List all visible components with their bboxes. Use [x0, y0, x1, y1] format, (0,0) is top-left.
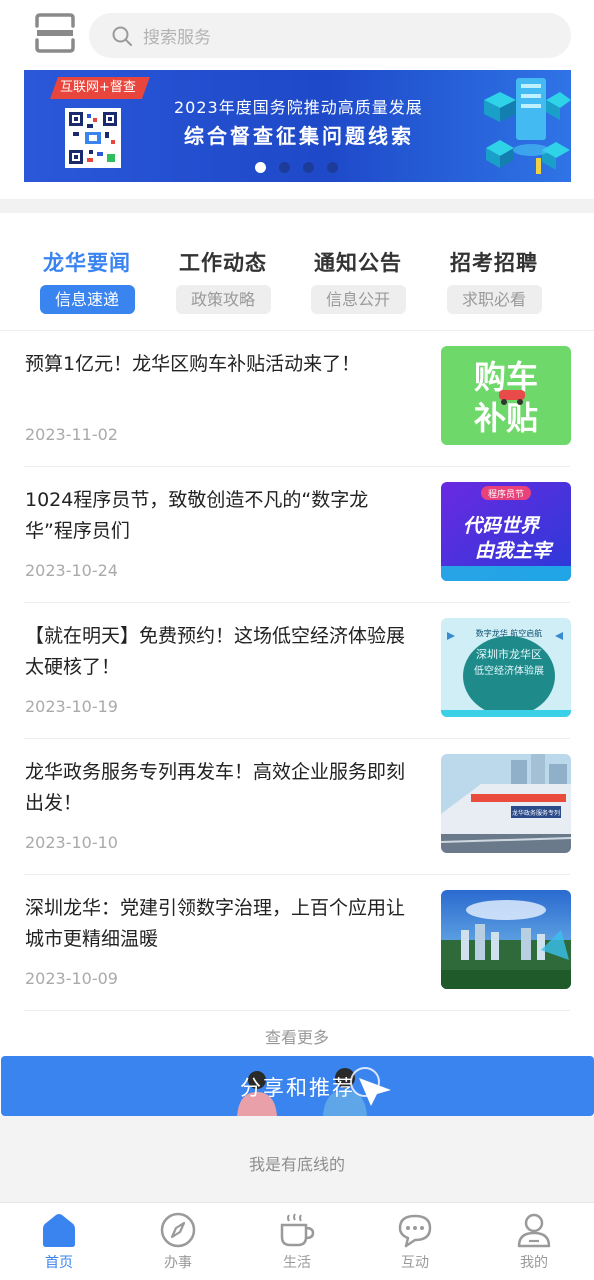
tab-label: 工作动态 [179, 251, 267, 275]
news-list: 预算1亿元！龙华区购车补贴活动来了！ 2023-11-02 购车 补贴 1024… [0, 331, 594, 1011]
tabbar-life[interactable]: 生活 [257, 1211, 337, 1272]
tab-recruitment[interactable]: 招考招聘 求职必看 [434, 247, 554, 314]
tabbar-label: 我的 [520, 1255, 548, 1271]
banner-headline: 2023年度国务院推动高质量发展 [174, 98, 423, 117]
coffee-icon [257, 1211, 337, 1249]
news-date: 2023-10-19 [25, 697, 118, 716]
thumb-text: 深圳市龙华区 [476, 647, 542, 661]
promo-banner[interactable]: 互联网+督查 2023年度国务院推动高质量发展 综合督查征集问题线索 [24, 70, 571, 182]
end-of-list-text: 我是有底线的 [248, 1155, 345, 1174]
tab-label: 招考招聘 [450, 251, 538, 275]
search-placeholder: 搜索服务 [143, 28, 211, 48]
search-bar[interactable]: 搜索服务 [89, 13, 571, 58]
news-thumbnail: 购车 补贴 [441, 346, 571, 445]
section-divider [0, 199, 594, 213]
tab-sublabel: 政策攻略 [175, 285, 271, 314]
carousel-dot[interactable] [303, 162, 314, 173]
news-thumbnail [441, 890, 571, 989]
tab-notices[interactable]: 通知公告 信息公开 [298, 247, 418, 314]
tabbar-label: 生活 [283, 1255, 311, 1271]
thumb-text: 补贴 [474, 399, 538, 437]
banner-subheadline: 综合督查征集问题线索 [184, 124, 414, 148]
carousel-dot[interactable] [327, 162, 338, 173]
tabbar-interact[interactable]: 互动 [375, 1211, 455, 1272]
banner-tag: 互联网+督查 [50, 77, 150, 99]
share-recommend-button[interactable]: 分享和推荐 [1, 1056, 594, 1116]
tab-sublabel: 信息速递 [39, 285, 135, 314]
news-item[interactable]: 龙华政务服务专列再发车！高效企业服务即刻出发！ 2023-10-10 龙华政务服… [0, 739, 594, 875]
thumb-text: 数字龙华 航空启航 [476, 628, 543, 638]
tabbar-label: 互动 [401, 1255, 429, 1271]
tabbar-home[interactable]: 首页 [19, 1211, 99, 1272]
carousel-dot[interactable] [255, 162, 266, 173]
tab-sublabel: 信息公开 [310, 285, 406, 314]
news-title: 1024程序员节，致敬创造不凡的“数字龙华”程序员们 [25, 489, 369, 542]
news-item[interactable]: 深圳龙华：党建引领数字治理，上百个应用让城市更精细温暖 2023-10-09 [0, 875, 594, 1011]
news-thumbnail: 程序员节 代码世界 由我主宰 [441, 482, 571, 581]
server-illustration-icon [476, 70, 571, 182]
tabbar-services[interactable]: 办事 [138, 1211, 218, 1272]
user-icon [494, 1211, 574, 1249]
home-icon [19, 1211, 99, 1249]
carousel-dot[interactable] [279, 162, 290, 173]
chat-icon [375, 1211, 455, 1249]
share-label: 分享和推荐 [240, 1076, 355, 1100]
news-item[interactable]: 【就在明天】免费预约！这场低空经济体验展太硬核了！ 2023-10-19 数字龙… [0, 603, 594, 739]
tabbar-label: 首页 [45, 1255, 73, 1271]
news-date: 2023-10-24 [25, 561, 118, 580]
qr-code-icon [65, 108, 121, 168]
news-date: 2023-11-02 [25, 425, 118, 444]
news-date: 2023-10-09 [25, 969, 118, 988]
news-title: 深圳龙华：党建引领数字治理，上百个应用让城市更精细温暖 [25, 897, 406, 950]
scan-icon[interactable] [34, 12, 76, 54]
tab-sublabel: 求职必看 [446, 285, 542, 314]
search-icon [111, 25, 133, 47]
news-thumbnail: 数字龙华 航空启航 深圳市龙华区 低空经济体验展 [441, 618, 571, 717]
news-title: 【就在明天】免费预约！这场低空经济体验展太硬核了！ [25, 625, 406, 678]
tab-label: 龙华要闻 [43, 251, 131, 275]
news-title: 龙华政务服务专列再发车！高效企业服务即刻出发！ [25, 761, 406, 814]
thumb-text: 龙华政务服务专列 [512, 809, 560, 817]
tab-label: 通知公告 [314, 251, 402, 275]
footer-area: 我是有底线的 [0, 1116, 594, 1202]
news-thumbnail: 龙华政务服务专列 [441, 754, 571, 853]
news-title: 预算1亿元！龙华区购车补贴活动来了！ [25, 353, 361, 375]
thumb-text: 程序员节 [488, 488, 524, 500]
news-item[interactable]: 预算1亿元！龙华区购车补贴活动来了！ 2023-11-02 购车 补贴 [0, 331, 594, 467]
tabbar-profile[interactable]: 我的 [494, 1211, 574, 1272]
news-date: 2023-10-10 [25, 833, 118, 852]
thumb-text: 低空经济体验展 [474, 664, 544, 677]
news-item[interactable]: 1024程序员节，致敬创造不凡的“数字龙华”程序员们 2023-10-24 程序… [0, 467, 594, 603]
tabbar-label: 办事 [164, 1255, 192, 1271]
compass-icon [138, 1211, 218, 1249]
tab-work-updates[interactable]: 工作动态 政策攻略 [163, 247, 283, 314]
view-more-link[interactable]: 查看更多 [0, 1024, 594, 1048]
thumb-text: 代码世界 [463, 515, 541, 537]
carousel-dots [255, 162, 338, 173]
home-page: 搜索服务 互联网+督查 2023年度国务院推动高质量发展 综合督查征集问题线索 [0, 0, 594, 1280]
tab-longhua-news[interactable]: 龙华要闻 信息速递 [27, 247, 147, 314]
bottom-tab-bar: 首页 办事 生活 互动 我的 [0, 1202, 594, 1280]
thumb-text: 由我主宰 [475, 540, 554, 562]
